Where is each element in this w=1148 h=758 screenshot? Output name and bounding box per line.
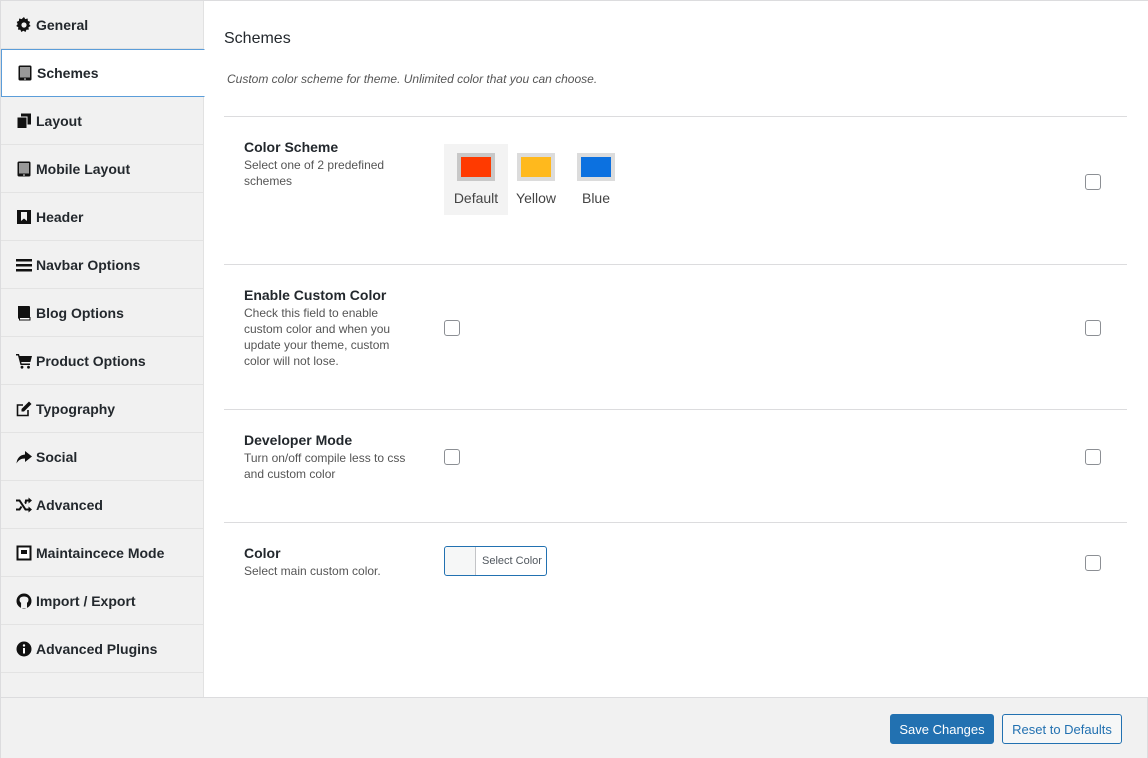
scheme-option-yellow[interactable]: Yellow <box>504 144 568 215</box>
sidebar-item-maintenance-mode[interactable]: Maintaincece Mode <box>1 529 203 577</box>
sidebar-item-label: Layout <box>36 112 82 129</box>
sidebar-item-product-options[interactable]: Product Options <box>1 337 203 385</box>
color-row: Color Select main custom color. Select C… <box>224 522 1127 632</box>
field-description: Select main custom color. <box>244 564 381 578</box>
developer-mode-checkbox[interactable] <box>444 449 460 465</box>
sidebar-item-label: Schemes <box>37 65 99 81</box>
sidebar-item-label: Product Options <box>36 352 146 369</box>
sidebar-item-advanced-plugins[interactable]: Advanced Plugins <box>1 625 203 673</box>
shuffle-icon <box>16 497 32 513</box>
color-label: Color Select main custom color. <box>244 545 414 579</box>
sidebar-item-label: Advanced <box>36 496 103 513</box>
developer-mode-row: Developer Mode Turn on/off compile less … <box>224 409 1127 522</box>
page-title: Schemes <box>224 30 291 47</box>
scheme-options: Default Yellow Blue <box>444 144 624 215</box>
color-scheme-label: Color Scheme Select one of 2 predefined … <box>244 139 414 189</box>
sidebar-item-navbar-options[interactable]: Navbar Options <box>1 241 203 289</box>
gear-icon <box>16 16 32 33</box>
field-description: Select one of 2 predefined schemes <box>244 158 385 188</box>
info-icon <box>16 641 32 657</box>
color-preview <box>445 547 476 575</box>
sidebar-item-label: Header <box>36 208 84 225</box>
scheme-name: Blue <box>581 190 611 206</box>
enable-custom-color-label: Enable Custom Color Check this field to … <box>244 287 414 369</box>
field-title: Color <box>244 545 281 561</box>
inbox-icon <box>16 545 32 561</box>
scheme-option-blue[interactable]: Blue <box>564 144 628 215</box>
sidebar-item-label: Typography <box>36 400 116 417</box>
edit-icon <box>16 401 32 417</box>
sidebar-item-label: Blog Options <box>36 304 124 321</box>
sidebar-item-label: Social <box>36 448 78 465</box>
sidebar-item-layout[interactable]: Layout <box>1 97 203 145</box>
menu-icon <box>16 257 32 273</box>
sidebar-item-label: Advanced Plugins <box>36 640 158 657</box>
field-description: Check this field to enable custom color … <box>244 306 391 368</box>
developer-mode-label: Developer Mode Turn on/off compile less … <box>244 432 414 482</box>
scheme-swatch <box>517 153 555 181</box>
cart-icon <box>16 353 32 369</box>
page-description: Custom color scheme for theme. Unlimited… <box>227 72 598 86</box>
sidebar-item-label: General <box>36 16 89 33</box>
reset-to-defaults-button[interactable]: Reset to Defaults <box>1002 714 1122 744</box>
field-title: Color Scheme <box>244 139 339 155</box>
tablet-icon <box>17 65 33 81</box>
main-content: Schemes Custom color scheme for theme. U… <box>204 1 1148 697</box>
select-color-label: Select Color <box>482 555 542 567</box>
scheme-option-default[interactable]: Default <box>444 144 508 215</box>
book-icon <box>16 305 32 321</box>
sidebar-item-schemes[interactable]: Schemes <box>1 49 205 97</box>
share-icon <box>16 449 32 465</box>
color-scheme-checkbox[interactable] <box>1085 174 1101 190</box>
sidebar-item-blog-options[interactable]: Blog Options <box>1 289 203 337</box>
theme-options-panel: General Schemes Layout Mobile Layout Hea… <box>0 0 1148 758</box>
sidebar-item-mobile-layout[interactable]: Mobile Layout <box>1 145 203 193</box>
sidebar-item-label: Maintaincece Mode <box>36 544 165 561</box>
sidebar: General Schemes Layout Mobile Layout Hea… <box>1 1 205 697</box>
sidebar-item-social[interactable]: Social <box>1 433 203 481</box>
sidebar-item-header[interactable]: Header <box>1 193 203 241</box>
github-icon <box>16 593 32 609</box>
enable-custom-color-row: Enable Custom Color Check this field to … <box>224 264 1127 409</box>
sidebar-item-label: Mobile Layout <box>36 160 131 177</box>
sidebar-item-general[interactable]: General <box>1 1 203 49</box>
scheme-swatch <box>577 153 615 181</box>
sidebar-item-import-export[interactable]: Import / Export <box>1 577 203 625</box>
select-color-button[interactable]: Select Color <box>444 546 547 576</box>
scheme-name: Yellow <box>516 190 556 206</box>
bookmark-icon <box>16 209 32 225</box>
field-title: Enable Custom Color <box>244 287 387 303</box>
color-side-checkbox[interactable] <box>1085 555 1101 571</box>
tablet-icon <box>16 161 32 177</box>
sidebar-item-label: Import / Export <box>36 592 136 609</box>
save-changes-button[interactable]: Save Changes <box>890 714 994 744</box>
field-title: Developer Mode <box>244 432 353 448</box>
scheme-swatch <box>457 153 495 181</box>
enable-custom-color-side-checkbox[interactable] <box>1085 320 1101 336</box>
footer-actions: Save Changes Reset to Defaults <box>1 697 1147 758</box>
sidebar-item-typography[interactable]: Typography <box>1 385 203 433</box>
scheme-name: Default <box>453 190 499 206</box>
color-scheme-row: Color Scheme Select one of 2 predefined … <box>224 116 1127 264</box>
field-description: Turn on/off compile less to css and cust… <box>244 451 406 481</box>
sidebar-item-label: Navbar Options <box>36 256 141 273</box>
enable-custom-color-checkbox[interactable] <box>444 320 460 336</box>
copy-icon <box>16 113 32 129</box>
developer-mode-side-checkbox[interactable] <box>1085 449 1101 465</box>
sidebar-item-advanced[interactable]: Advanced <box>1 481 203 529</box>
